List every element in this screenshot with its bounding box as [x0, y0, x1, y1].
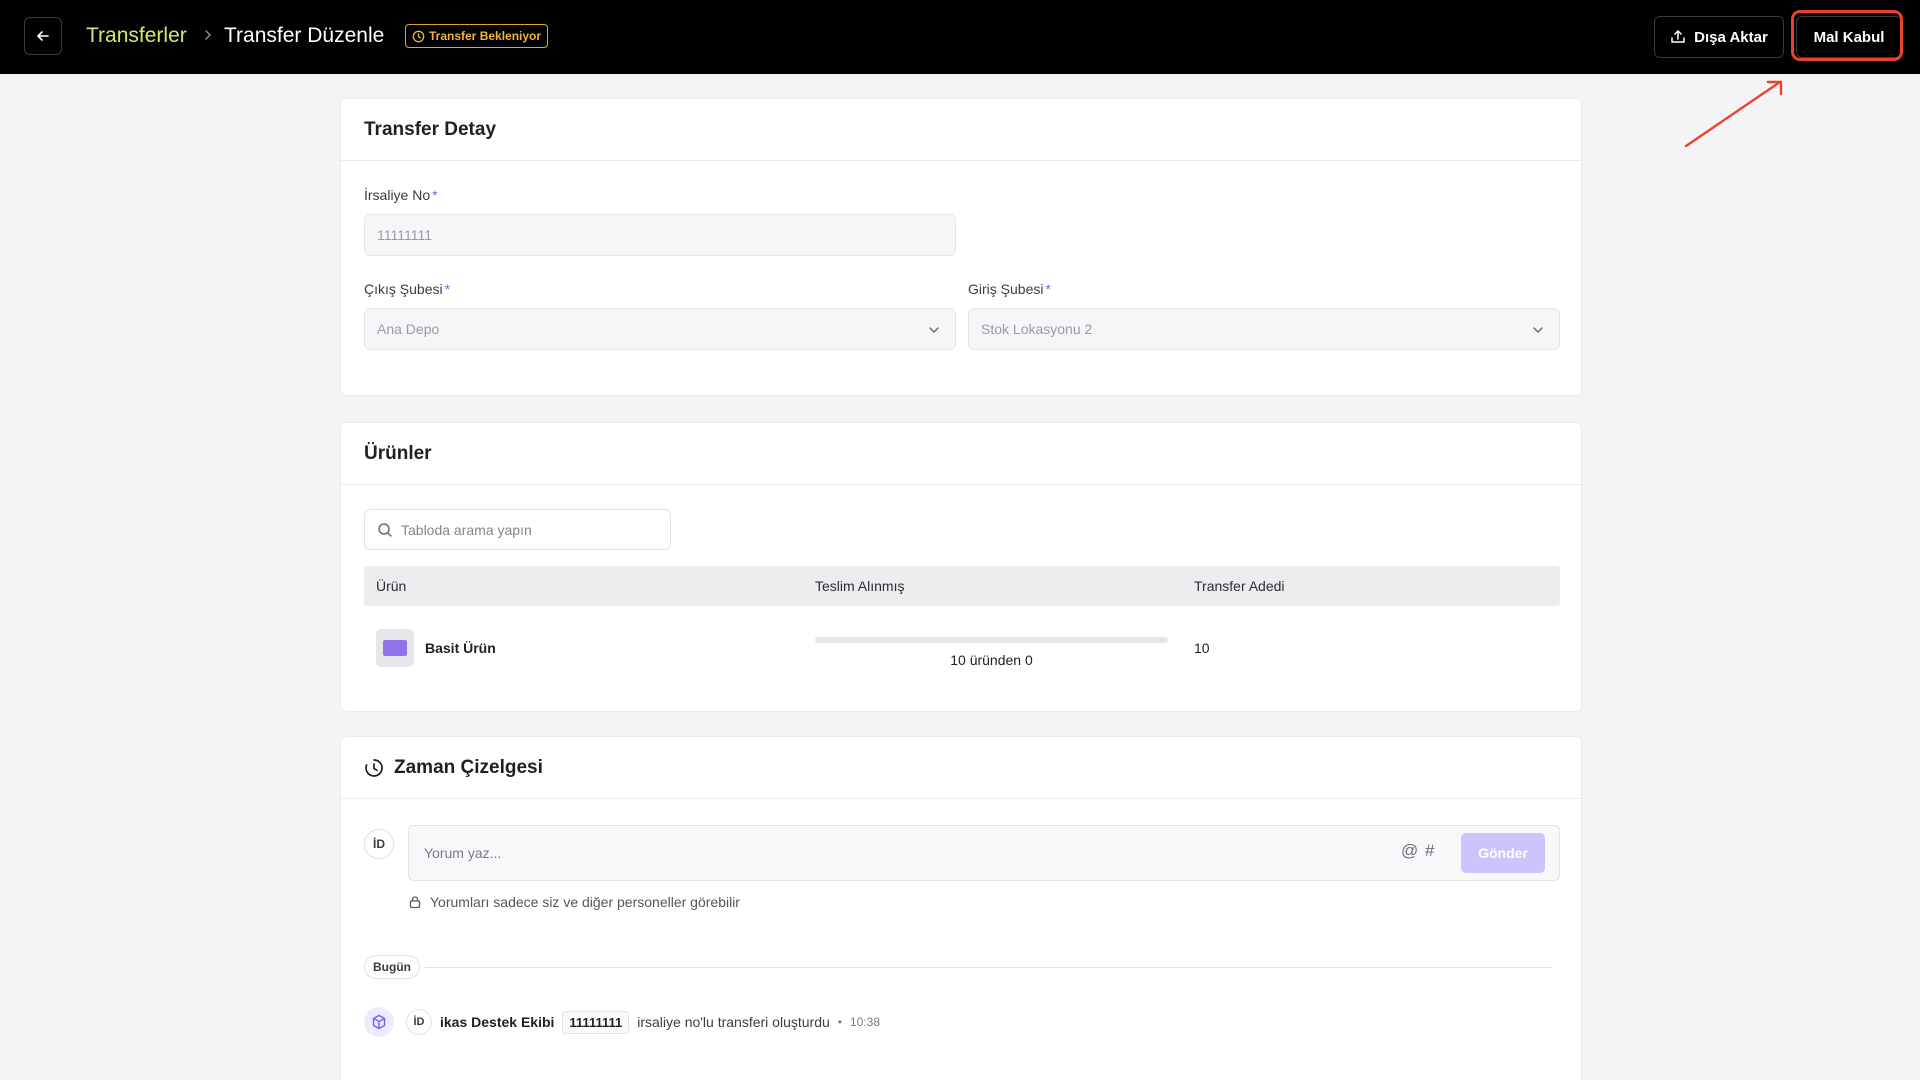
products-title: Ürünler: [341, 423, 1581, 485]
goods-receipt-button[interactable]: Mal Kabul: [1796, 16, 1902, 58]
upload-icon: [1671, 30, 1685, 43]
export-button[interactable]: Dışa Aktar: [1654, 16, 1784, 58]
from-branch-label: Çıkış Şubesi *: [364, 281, 451, 297]
search-icon: [378, 522, 392, 537]
search-placeholder: Tabloda arama yapın: [401, 521, 532, 538]
transfer-detail-title: Transfer Detay: [341, 99, 1581, 161]
send-button[interactable]: Gönder: [1461, 833, 1545, 873]
event-avatar: İD: [406, 1009, 432, 1035]
event-time: 10:38: [849, 1015, 881, 1029]
event-user: ikas Destek Ekibi: [440, 1014, 555, 1030]
column-received: Teslim Alınmış: [815, 578, 905, 594]
waybill-value: 11111111: [377, 227, 433, 243]
received-progress-label: 10 üründen 0: [950, 652, 1033, 668]
page-title: Transfer Düzenle: [224, 24, 385, 47]
mention-icon[interactable]: @: [1401, 841, 1418, 861]
timeline-event: İD ikas Destek Ekibi 11111111 irsaliye n…: [364, 1005, 880, 1039]
timeline-card: Zaman Çizelgesi İD Yorum yaz... @ # Gönd…: [340, 736, 1582, 1080]
table-header: Ürün Teslim Alınmış Transfer Adedi: [364, 566, 1560, 606]
goods-receipt-label: Mal Kabul: [1813, 28, 1885, 46]
product-name[interactable]: Basit Ürün: [425, 640, 496, 656]
event-text: irsaliye no'lu transferi oluşturdu: [637, 1014, 830, 1030]
top-bar: Transferler Transfer Düzenle Transfer Be…: [0, 0, 1920, 74]
event-separator: •: [837, 1015, 842, 1029]
waybill-input[interactable]: 11111111: [364, 214, 956, 256]
products-card: Ürünler Tabloda arama yapın Ürün Teslim …: [340, 422, 1582, 712]
to-branch-value: Stok Lokasyonu 2: [981, 321, 1093, 337]
avatar: İD: [364, 829, 394, 859]
transfer-quantity: 10: [1194, 640, 1210, 656]
table-row[interactable]: Basit Ürün 10 üründen 0 10: [364, 608, 1560, 688]
from-branch-value: Ana Depo: [377, 321, 440, 337]
comment-input[interactable]: Yorum yaz... @ # Gönder: [408, 825, 1560, 881]
from-branch-select[interactable]: Ana Depo: [364, 308, 956, 350]
hashtag-icon[interactable]: #: [1425, 841, 1434, 861]
to-branch-label: Giriş Şubesi *: [968, 281, 1051, 297]
transfer-detail-card: Transfer Detay İrsaliye No * 11111111 Çık…: [340, 98, 1582, 396]
to-branch-select[interactable]: Stok Lokasyonu 2: [968, 308, 1560, 350]
breadcrumb-transferler[interactable]: Transferler: [86, 24, 187, 48]
status-badge-label: Transfer Bekleniyor: [429, 29, 542, 43]
arrow-left-icon: [37, 31, 49, 41]
column-quantity: Transfer Adedi: [1194, 578, 1285, 594]
annotation-arrow-icon: [1684, 80, 1783, 148]
status-badge: Transfer Bekleniyor: [405, 24, 549, 48]
table-search-input[interactable]: Tabloda arama yapın: [364, 509, 671, 550]
received-progress-bar: [815, 637, 1168, 643]
event-type-icon: [364, 1007, 394, 1037]
chevron-down-icon: [929, 327, 939, 334]
day-divider: [425, 967, 1552, 968]
back-button[interactable]: [24, 17, 62, 55]
privacy-note: Yorumları sadece siz ve diğer personelle…: [408, 894, 740, 910]
product-thumbnail: [376, 629, 414, 667]
waybill-label: İrsaliye No *: [364, 187, 438, 203]
privacy-note-text: Yorumları sadece siz ve diğer personelle…: [430, 894, 740, 910]
column-product: Ürün: [376, 578, 407, 594]
comment-placeholder: Yorum yaz...: [424, 845, 502, 861]
event-waybill-code: 11111111: [562, 1010, 630, 1034]
history-icon: [365, 758, 383, 777]
timeline-header: Zaman Çizelgesi: [341, 737, 1581, 799]
chevron-right-icon: [205, 30, 212, 40]
export-label: Dışa Aktar: [1694, 28, 1768, 46]
lock-icon: [409, 896, 421, 909]
box-icon: [372, 1014, 386, 1030]
chevron-down-icon: [1533, 327, 1543, 334]
clock-icon: [412, 30, 425, 42]
timeline-title: Zaman Çizelgesi: [394, 756, 543, 778]
day-separator-label: Bugün: [364, 955, 420, 979]
